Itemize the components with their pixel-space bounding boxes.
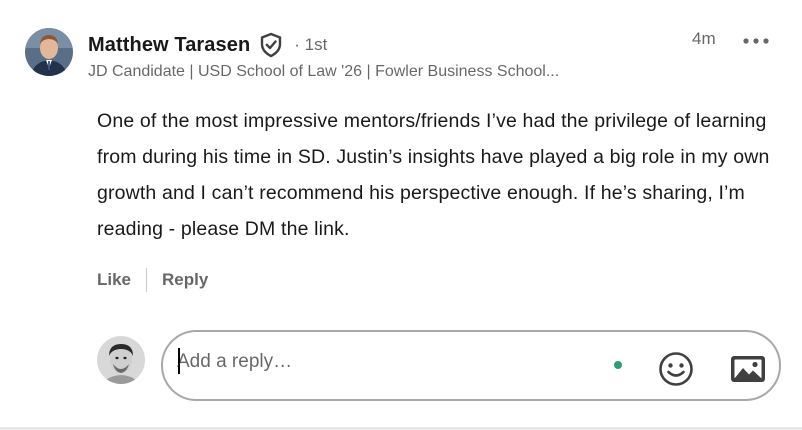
action-divider: [146, 268, 148, 292]
text-cursor: [178, 348, 180, 374]
reply-composer: [161, 330, 781, 401]
current-user-avatar[interactable]: [97, 336, 145, 384]
like-button[interactable]: Like: [97, 270, 131, 290]
more-options-button[interactable]: [740, 30, 772, 52]
connection-degree: · 1st: [294, 35, 328, 54]
ellipsis-icon: [743, 38, 769, 44]
add-image-button[interactable]: [728, 349, 768, 389]
reply-button[interactable]: Reply: [162, 270, 208, 290]
image-icon: [731, 356, 765, 382]
comment-thread: Matthew Tarasen · 1st JD Candidate | USD…: [0, 0, 802, 430]
verified-shield-icon: [258, 32, 284, 58]
author-headline: JD Candidate | USD School of Law '26 | F…: [88, 63, 560, 80]
author-row: Matthew Tarasen · 1st: [88, 31, 327, 59]
emoji-icon: [659, 352, 693, 386]
author-name[interactable]: Matthew Tarasen: [88, 34, 250, 57]
comment-actions: Like Reply: [97, 267, 208, 293]
status-dot: [614, 361, 622, 369]
emoji-button[interactable]: [656, 349, 696, 389]
comment-timestamp: 4m: [692, 29, 716, 48]
reply-input[interactable]: [177, 346, 597, 378]
author-avatar[interactable]: [25, 28, 73, 76]
comment-text: One of the most impressive mentors/frien…: [97, 110, 770, 240]
